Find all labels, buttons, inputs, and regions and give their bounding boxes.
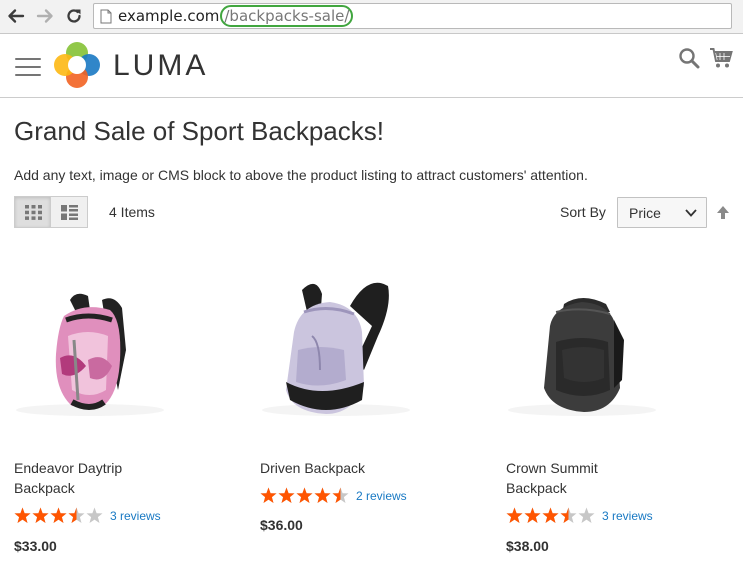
rating-stars xyxy=(506,507,595,523)
star-icon xyxy=(542,507,559,523)
rating-stars xyxy=(14,507,103,523)
search-icon[interactable] xyxy=(678,47,700,69)
url-host: example.com xyxy=(118,7,220,25)
sort-by-value: Price xyxy=(629,205,661,221)
logo-text[interactable]: LUMA xyxy=(113,49,208,83)
product-rating: 2 reviews xyxy=(260,486,490,506)
star-icon xyxy=(560,507,577,523)
sort-by-select[interactable]: Price xyxy=(617,197,707,228)
url-text: example.com/backpacks-sale/ xyxy=(118,5,354,27)
star-icon xyxy=(14,507,31,523)
page-icon xyxy=(100,9,112,24)
product-price: $33.00 xyxy=(14,538,57,554)
product-image[interactable] xyxy=(14,250,166,450)
product-name[interactable]: Driven Backpack xyxy=(260,458,410,478)
star-icon xyxy=(578,507,595,523)
forward-arrow-icon[interactable] xyxy=(35,6,55,26)
browser-toolbar: example.com/backpacks-sale/ xyxy=(0,0,743,34)
star-icon xyxy=(314,487,331,503)
reload-icon[interactable] xyxy=(64,6,84,26)
star-icon xyxy=(260,487,277,503)
list-view-button[interactable] xyxy=(51,196,88,228)
cms-block-text: Add any text, image or CMS block to abov… xyxy=(14,167,588,183)
item-count: 4 Items xyxy=(109,204,155,220)
back-arrow-icon[interactable] xyxy=(6,6,26,26)
star-icon xyxy=(32,507,49,523)
luma-logo-icon[interactable] xyxy=(54,42,100,88)
sort-direction-arrow-icon[interactable] xyxy=(716,205,730,220)
rating-stars xyxy=(260,487,349,503)
sort-by-label: Sort By xyxy=(560,204,606,220)
star-icon xyxy=(332,487,349,503)
product-price: $38.00 xyxy=(506,538,549,554)
product-rating: 3 reviews xyxy=(14,506,244,526)
grid-view-button[interactable] xyxy=(14,196,51,228)
reviews-link[interactable]: 3 reviews xyxy=(110,509,161,523)
grid-icon xyxy=(25,205,42,220)
site-header: LUMA xyxy=(0,34,743,98)
page-title: Grand Sale of Sport Backpacks! xyxy=(14,116,384,146)
product-image[interactable] xyxy=(260,250,412,450)
product-name[interactable]: Endeavor Daytrip Backpack xyxy=(14,458,164,498)
star-icon xyxy=(278,487,295,503)
menu-icon[interactable] xyxy=(15,58,41,78)
star-icon xyxy=(68,507,85,523)
star-icon xyxy=(50,507,67,523)
cart-icon[interactable] xyxy=(709,47,733,69)
product-image[interactable] xyxy=(506,250,658,450)
list-icon xyxy=(61,205,78,220)
product-name[interactable]: Crown Summit Backpack xyxy=(506,458,656,498)
view-mode-switcher xyxy=(14,196,89,228)
product-rating: 3 reviews xyxy=(506,506,736,526)
reviews-link[interactable]: 3 reviews xyxy=(602,509,653,523)
star-icon xyxy=(296,487,313,503)
star-icon xyxy=(506,507,523,523)
chevron-down-icon xyxy=(685,209,697,217)
url-path: /backpacks-sale/ xyxy=(220,5,354,27)
reviews-link[interactable]: 2 reviews xyxy=(356,489,407,503)
product-price: $36.00 xyxy=(260,517,303,533)
star-icon xyxy=(86,507,103,523)
address-bar[interactable]: example.com/backpacks-sale/ xyxy=(93,3,732,29)
star-icon xyxy=(524,507,541,523)
